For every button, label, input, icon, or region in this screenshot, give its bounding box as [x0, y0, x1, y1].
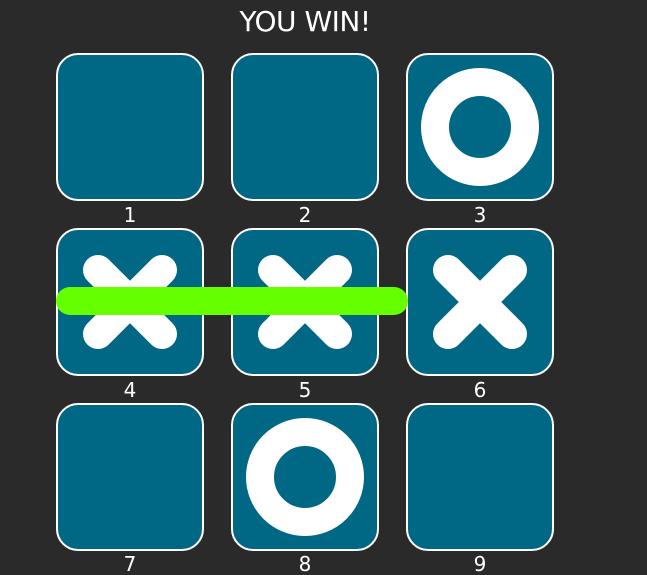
board-cell-6[interactable]	[406, 228, 554, 376]
cell-label-3: 3	[473, 203, 487, 227]
winning-line	[56, 287, 408, 315]
cell-label-9: 9	[473, 552, 487, 575]
game-stage: YOU WIN! 1 2 3 4 5 6 7 8 9	[0, 0, 647, 575]
cell-label-8: 8	[298, 552, 312, 575]
cell-label-2: 2	[298, 203, 312, 227]
cell-label-7: 7	[123, 552, 137, 575]
board-cell-7[interactable]	[56, 403, 204, 551]
cell-label-6: 6	[473, 378, 487, 402]
o-mark-icon	[246, 418, 364, 536]
cell-label-5: 5	[298, 378, 312, 402]
board-cell-8[interactable]	[231, 403, 379, 551]
cell-label-1: 1	[123, 203, 137, 227]
x-mark-icon	[433, 255, 527, 349]
board-cell-2[interactable]	[231, 53, 379, 201]
board-cell-1[interactable]	[56, 53, 204, 201]
o-mark-icon	[421, 68, 539, 186]
board-cell-9[interactable]	[406, 403, 554, 551]
cell-label-4: 4	[123, 378, 137, 402]
board-cell-3[interactable]	[406, 53, 554, 201]
game-status-message: YOU WIN!	[239, 5, 371, 38]
